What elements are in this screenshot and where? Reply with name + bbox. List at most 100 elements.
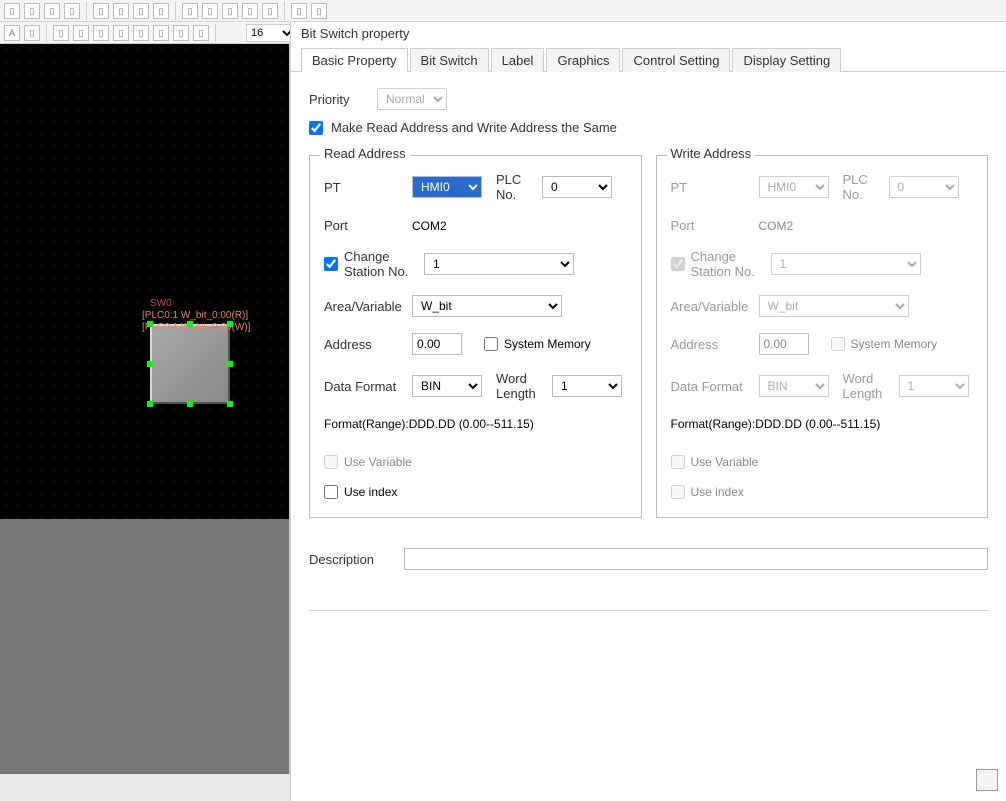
write-use-index-label: Use index xyxy=(691,485,744,499)
write-pt-select: HMI0 xyxy=(759,176,829,198)
read-wordlen-label: Word Length xyxy=(496,371,546,401)
write-port-label: Port xyxy=(671,218,753,233)
write-address-input xyxy=(759,333,809,355)
object-read-label: [PLC0:1 W_bit_0:00(R)] xyxy=(142,310,248,321)
write-change-station-select: 1 xyxy=(771,253,921,275)
tab-label[interactable]: Label xyxy=(491,48,545,72)
write-pt-label: PT xyxy=(671,180,753,195)
write-change-station-label: Change Station No. xyxy=(691,249,765,279)
read-area-select[interactable]: W_bit xyxy=(412,295,562,317)
read-use-variable-checkbox[interactable] xyxy=(324,455,338,469)
toolbar-icon[interactable]: ▯ xyxy=(311,3,327,19)
read-use-index-label: Use index xyxy=(344,485,397,499)
toolbar-icon[interactable]: ▯ xyxy=(113,25,129,41)
write-address-label: Address xyxy=(671,337,753,352)
design-canvas[interactable]: SW0 [PLC0:1 W_bit_0:00(R)] [PLC0:1 W_bit… xyxy=(0,44,290,519)
same-address-checkbox[interactable] xyxy=(309,121,323,135)
read-change-station-checkbox[interactable] xyxy=(324,257,338,271)
toolbar-icon[interactable]: ▯ xyxy=(113,3,129,19)
toolbar-icon[interactable]: ▯ xyxy=(64,3,80,19)
read-plc-select[interactable]: 0 xyxy=(542,176,612,198)
write-address-group: Write Address PT HMI0 PLC No. 0 Port COM… xyxy=(656,155,989,518)
dialog-title: Bit Switch property xyxy=(291,22,1006,44)
toolbar-icon[interactable]: ▯ xyxy=(44,3,60,19)
read-change-station-label: Change Station No. xyxy=(344,249,418,279)
tab-bit-switch[interactable]: Bit Switch xyxy=(410,48,489,72)
toolbar-icon[interactable]: ▯ xyxy=(242,3,258,19)
read-format-range: Format(Range):DDD.DD (0.00--511.15) xyxy=(324,417,534,431)
write-area-label: Area/Variable xyxy=(671,299,753,314)
read-plc-label: PLC No. xyxy=(496,172,536,202)
priority-label: Priority xyxy=(309,92,369,107)
write-plc-label: PLC No. xyxy=(843,172,883,202)
read-address-label: Address xyxy=(324,337,406,352)
toolbar-icon[interactable]: ▯ xyxy=(93,25,109,41)
write-wordlen-label: Word Length xyxy=(843,371,893,401)
write-address-legend: Write Address xyxy=(667,146,756,161)
toolbar-icon[interactable]: ▯ xyxy=(182,3,198,19)
write-change-station-checkbox xyxy=(671,257,685,271)
write-use-variable-checkbox xyxy=(671,455,685,469)
toolbar-icon[interactable]: A xyxy=(4,25,20,41)
canvas-area[interactable]: SW0 [PLC0:1 W_bit_0:00(R)] [PLC0:1 W_bit… xyxy=(0,44,290,774)
dialog-corner-button[interactable] xyxy=(976,769,998,791)
read-dataformat-label: Data Format xyxy=(324,379,406,394)
write-port-value: COM2 xyxy=(759,219,794,233)
toolbar-icon[interactable]: ▯ xyxy=(153,25,169,41)
object-write-label: [PLC0:1 W_bit_0:00(W)] xyxy=(142,322,250,333)
read-pt-select[interactable]: HMI0 xyxy=(412,176,482,198)
top-toolbar-1: ▯ ▯ ▯ ▯ ▯ ▯ ▯ ▯ ▯ ▯ ▯ ▯ ▯ ▯ ▯ xyxy=(0,0,1006,22)
switch-object[interactable]: SW0 [PLC0:1 W_bit_0:00(R)] [PLC0:1 W_bit… xyxy=(150,324,230,404)
font-size-down[interactable] xyxy=(222,24,242,42)
write-plc-select: 0 xyxy=(889,176,959,198)
property-dialog: Bit Switch property Basic Property Bit S… xyxy=(290,22,1006,801)
toolbar-icon[interactable]: ▯ xyxy=(53,25,69,41)
read-change-station-select[interactable]: 1 xyxy=(424,253,574,275)
read-sysmem-label: System Memory xyxy=(504,337,591,351)
toolbar-icon[interactable]: ▯ xyxy=(4,3,20,19)
description-label: Description xyxy=(309,552,374,567)
read-area-label: Area/Variable xyxy=(324,299,406,314)
read-port-value: COM2 xyxy=(412,219,447,233)
toolbar-icon[interactable]: ▯ xyxy=(291,3,307,19)
write-use-variable-label: Use Variable xyxy=(691,455,759,469)
tab-graphics[interactable]: Graphics xyxy=(546,48,620,72)
toolbar-icon[interactable]: ▯ xyxy=(262,3,278,19)
toolbar-icon[interactable]: ▯ xyxy=(133,3,149,19)
write-wordlen-select: 1 xyxy=(899,375,969,397)
read-wordlen-select[interactable]: 1 xyxy=(552,375,622,397)
toolbar-icon[interactable]: ▯ xyxy=(24,3,40,19)
read-address-group: Read Address PT HMI0 PLC No. 0 Port COM2… xyxy=(309,155,642,518)
toolbar-icon[interactable]: ▯ xyxy=(73,25,89,41)
toolbar-icon[interactable]: ▯ xyxy=(173,25,189,41)
read-pt-label: PT xyxy=(324,180,406,195)
tab-basic-property[interactable]: Basic Property xyxy=(301,48,408,72)
read-address-legend: Read Address xyxy=(320,146,410,161)
read-address-input[interactable] xyxy=(412,333,462,355)
write-use-index-checkbox xyxy=(671,485,685,499)
font-size-select[interactable]: 16 xyxy=(246,24,296,42)
toolbar-icon[interactable]: ▯ xyxy=(133,25,149,41)
write-sysmem-label: System Memory xyxy=(851,337,938,351)
description-input[interactable] xyxy=(404,548,988,570)
read-port-label: Port xyxy=(324,218,406,233)
toolbar-icon[interactable]: ▯ xyxy=(222,3,238,19)
read-dataformat-select[interactable]: BIN xyxy=(412,375,482,397)
toolbar-icon[interactable]: ▯ xyxy=(24,25,40,41)
read-use-index-checkbox[interactable] xyxy=(324,485,338,499)
toolbar-icon[interactable]: ▯ xyxy=(93,3,109,19)
toolbar-icon[interactable]: ▯ xyxy=(193,25,209,41)
read-use-variable-label: Use Variable xyxy=(344,455,412,469)
tab-control-setting[interactable]: Control Setting xyxy=(622,48,730,72)
write-format-range: Format(Range):DDD.DD (0.00--511.15) xyxy=(671,417,881,431)
toolbar-icon[interactable]: ▯ xyxy=(153,3,169,19)
priority-select[interactable]: Normal xyxy=(377,88,447,110)
same-address-label: Make Read Address and Write Address the … xyxy=(331,120,617,135)
tab-display-setting[interactable]: Display Setting xyxy=(732,48,841,72)
object-name-label: SW0 xyxy=(150,298,172,309)
write-dataformat-label: Data Format xyxy=(671,379,753,394)
write-area-select: W_bit xyxy=(759,295,909,317)
read-sysmem-checkbox[interactable] xyxy=(484,337,498,351)
tab-bar: Basic Property Bit Switch Label Graphics… xyxy=(291,44,1006,72)
toolbar-icon[interactable]: ▯ xyxy=(202,3,218,19)
